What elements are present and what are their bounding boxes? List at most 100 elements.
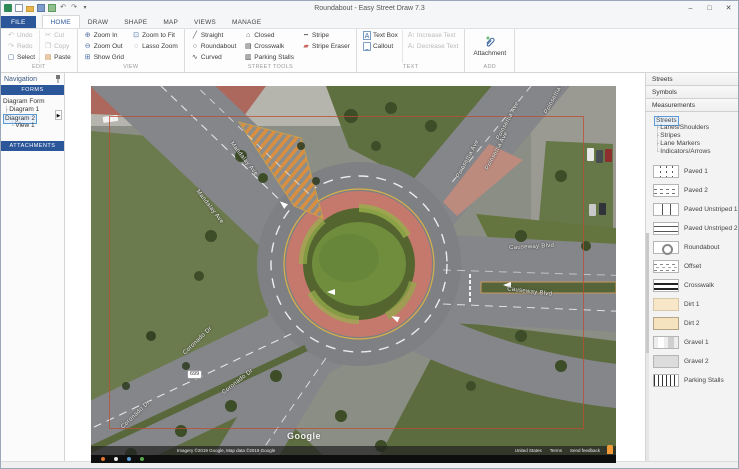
- terms-link[interactable]: Terms: [550, 448, 562, 453]
- tab-map[interactable]: MAP: [155, 16, 186, 28]
- tree-item-diagram-2[interactable]: Diagram 2: [3, 114, 63, 124]
- pegman-icon[interactable]: [607, 445, 613, 454]
- show-grid-button[interactable]: Show Grid: [82, 52, 126, 63]
- roundabout-thumbnail: [653, 241, 679, 255]
- paste-button[interactable]: Paste: [42, 52, 73, 63]
- group-label-street-tools: STREET TOOLS: [247, 64, 293, 70]
- street-type-list: Paved 1 Paved 2 Paved Unstriped 1 Paved …: [646, 160, 738, 461]
- stripe-eraser-button[interactable]: Stripe Eraser: [300, 41, 352, 52]
- decrease-text-icon: [407, 42, 415, 51]
- scissors-icon: [44, 31, 52, 40]
- feedback-link[interactable]: Send feedback: [570, 448, 600, 453]
- lasso-zoom-button[interactable]: Lasso Zoom: [130, 41, 180, 52]
- list-item-paved-2[interactable]: Paved 2: [646, 181, 738, 200]
- curved-street-button[interactable]: Curved: [189, 52, 238, 63]
- redo-icon: [7, 42, 15, 51]
- list-item-offset[interactable]: Offset: [646, 257, 738, 276]
- text-box-button[interactable]: Text Box: [361, 30, 400, 41]
- route-shield-699: 699: [187, 370, 203, 379]
- new-document-icon[interactable]: [15, 4, 23, 12]
- drawing-canvas[interactable]: Mandalay Ave Mandalay Ave Poinsettia Ave…: [65, 73, 645, 463]
- gravel-2-thumbnail: [653, 355, 679, 368]
- straight-street-button[interactable]: Straight: [189, 30, 238, 41]
- closed-street-button[interactable]: Closed: [242, 30, 296, 41]
- section-header-symbols[interactable]: Symbols: [646, 86, 738, 99]
- list-item-dirt-1[interactable]: Dirt 1: [646, 295, 738, 314]
- window-title: Roundabout - Easy Street Draw 7.3: [314, 4, 425, 12]
- decrease-text-button[interactable]: Decrease Text: [405, 41, 460, 52]
- forms-section-header[interactable]: FORMS: [1, 85, 64, 95]
- group-label-edit: EDIT: [31, 64, 46, 70]
- attachment-button[interactable]: Attachment: [467, 30, 512, 63]
- category-lane-markers[interactable]: Lane Markers: [654, 140, 736, 148]
- tab-file[interactable]: FILE: [1, 16, 36, 28]
- list-item-paved-unstriped-1[interactable]: Paved Unstriped 1: [646, 200, 738, 219]
- tab-manage[interactable]: MANAGE: [224, 16, 269, 28]
- list-item-dirt-2[interactable]: Dirt 2: [646, 314, 738, 333]
- select-button[interactable]: Select: [5, 52, 37, 63]
- stripe-icon: [302, 31, 310, 40]
- increase-text-button[interactable]: Increase Text: [405, 30, 460, 41]
- parking-stalls-button[interactable]: Parking Stalls: [242, 52, 296, 63]
- quick-access-dropdown-icon[interactable]: [81, 4, 89, 12]
- list-item-roundabout[interactable]: Roundabout: [646, 238, 738, 257]
- undo-quick-icon[interactable]: [59, 4, 67, 12]
- cut-button[interactable]: Cut: [42, 30, 73, 41]
- flyout-arrow-button[interactable]: [55, 110, 62, 120]
- category-streets[interactable]: Streets: [654, 116, 736, 126]
- undo-button[interactable]: Undo: [5, 30, 37, 41]
- tree-item-diagram-1[interactable]: Diagram 1: [3, 106, 63, 114]
- list-item-crosswalk[interactable]: Crosswalk: [646, 276, 738, 295]
- zoom-in-button[interactable]: Zoom In: [82, 30, 126, 41]
- close-button[interactable]: [719, 2, 738, 15]
- list-item-gravel-2[interactable]: Gravel 2: [646, 352, 738, 371]
- attribution-region: United States: [514, 448, 542, 453]
- map-attribution-bar: Imagery ©2019 Google, Map data ©2019 Goo…: [91, 446, 616, 455]
- attachments-section-header[interactable]: ATTACHMENTS: [1, 141, 64, 151]
- zoom-to-fit-button[interactable]: Zoom to Fit: [130, 30, 180, 41]
- redo-quick-icon[interactable]: [70, 4, 78, 12]
- dirt-1-thumbnail: [653, 298, 679, 311]
- tree-item-diagram-form[interactable]: Diagram Form: [3, 98, 63, 106]
- save-icon[interactable]: [37, 4, 45, 12]
- redo-button[interactable]: Redo: [5, 41, 37, 52]
- roundabout-street-button[interactable]: Roundabout: [189, 41, 238, 52]
- tab-shape[interactable]: SHAPE: [116, 16, 155, 28]
- list-item-paved-unstriped-2[interactable]: Paved Unstriped 2: [646, 219, 738, 238]
- category-lanes-shoulders[interactable]: Lanes/Shoulders: [654, 124, 736, 132]
- category-indicators-arrows[interactable]: Indicators/Arrows: [654, 148, 736, 156]
- streets-category-tree: Streets Lanes/Shoulders Stripes Lane Mar…: [646, 112, 738, 160]
- app-window: Roundabout - Easy Street Draw 7.3 FILE H…: [0, 0, 739, 469]
- section-header-measurements[interactable]: Measurements: [646, 99, 738, 112]
- tree-item-view-1[interactable]: View 1: [3, 122, 63, 130]
- stripe-button[interactable]: Stripe: [300, 30, 352, 41]
- map-image[interactable]: Mandalay Ave Mandalay Ave Poinsettia Ave…: [91, 86, 616, 463]
- list-item-gravel-1[interactable]: Gravel 1: [646, 333, 738, 352]
- tab-views[interactable]: VIEWS: [186, 16, 224, 28]
- palette-scrollbar[interactable]: [646, 233, 649, 461]
- minimize-button[interactable]: [681, 2, 700, 15]
- pin-icon[interactable]: [55, 75, 61, 83]
- ribbon-group-street-tools: Straight Roundabout Curved Closed Crossw…: [185, 29, 357, 72]
- zoom-out-button[interactable]: Zoom Out: [82, 41, 126, 52]
- open-folder-icon[interactable]: [26, 5, 34, 12]
- section-header-streets[interactable]: Streets: [646, 73, 738, 86]
- copy-button[interactable]: Copy: [42, 41, 73, 52]
- tab-draw[interactable]: DRAW: [80, 16, 116, 28]
- crosswalk-button[interactable]: Crosswalk: [242, 41, 296, 52]
- ribbon-group-add: Attachment ADD: [465, 29, 516, 72]
- export-icon[interactable]: [48, 4, 56, 12]
- list-item-parking-stalls[interactable]: Parking Stalls: [646, 371, 738, 390]
- streets-palette-panel: Streets Symbols Measurements Streets Lan…: [645, 73, 738, 461]
- category-stripes[interactable]: Stripes: [654, 132, 736, 140]
- crosswalk-icon: [244, 42, 252, 51]
- zoom-out-icon: [84, 42, 92, 51]
- list-item-paved-1[interactable]: Paved 1: [646, 162, 738, 181]
- roundabout-circle-icon: [191, 42, 199, 51]
- maximize-button[interactable]: [700, 2, 719, 15]
- tab-home[interactable]: HOME: [41, 15, 80, 28]
- zoom-in-icon: [84, 31, 92, 40]
- group-label-view: VIEW: [123, 64, 139, 70]
- callout-button[interactable]: Callout: [361, 41, 400, 52]
- ribbon-group-edit: Undo Redo Select Cut Copy Paste EDIT: [1, 29, 78, 72]
